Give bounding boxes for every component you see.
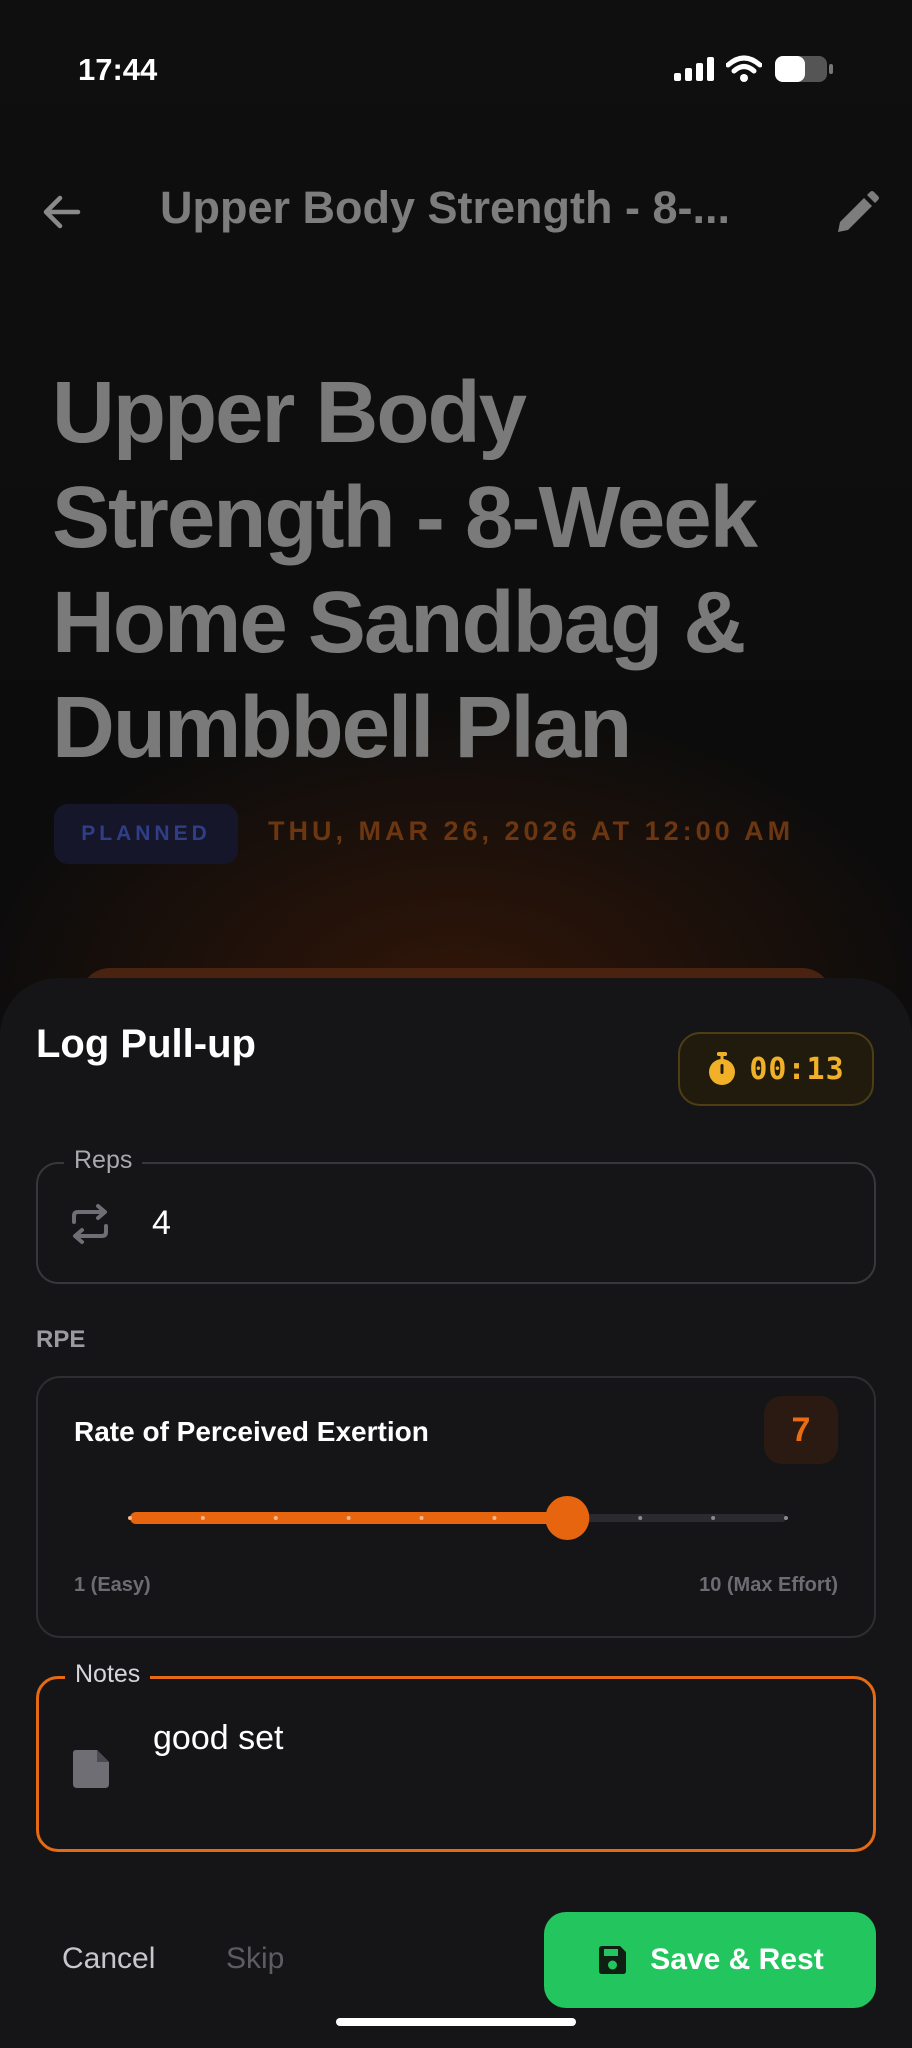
rpe-section-label: RPE (36, 1326, 86, 1353)
slider-tick (273, 1516, 278, 1520)
status-bar: 17:44 (0, 0, 912, 150)
slider-tick (200, 1516, 205, 1520)
rpe-card: Rate of Perceived Exertion 7 1 (Easy) 10… (36, 1376, 876, 1638)
stopwatch-icon (709, 1052, 736, 1085)
reps-label: Reps (64, 1146, 143, 1175)
slider-tick (128, 1516, 132, 1520)
rest-timer: 00:13 (678, 1032, 874, 1106)
slider-tick (419, 1516, 424, 1520)
log-set-bottom-sheet: Log Pull-up 00:13 Reps 4 RPE Rate of Per… (0, 978, 912, 2048)
skip-button[interactable]: Skip (226, 1942, 284, 1976)
reps-value: 4 (152, 1204, 171, 1242)
title-line: Upper Body (52, 364, 527, 461)
slider-thumb (545, 1496, 590, 1540)
status-time: 17:44 (78, 52, 158, 87)
save-and-rest-button[interactable]: Save & Rest (544, 1912, 876, 2008)
status-badge: PLANNED (54, 804, 238, 864)
notes-label: Notes (65, 1660, 151, 1689)
scheduled-date: THU, MAR 26, 2026 AT 12:00 AM (268, 816, 795, 846)
status-icons (674, 55, 834, 83)
slider-tick (346, 1516, 351, 1520)
slider-tick (711, 1516, 716, 1520)
slider-tick (638, 1516, 643, 1520)
timer-value: 00:13 (749, 1051, 845, 1087)
save-button-label: Save & Rest (650, 1943, 824, 1976)
note-icon (73, 1750, 109, 1788)
rpe-max-label: 10 (Max Effort) (699, 1574, 838, 1596)
repeat-icon (72, 1204, 108, 1244)
notes-value: good set (153, 1719, 284, 1757)
slider-tick (784, 1516, 788, 1520)
title-line: Dumbbell Plan (52, 679, 632, 776)
back-arrow-icon[interactable] (38, 188, 86, 236)
workout-title: Upper Body Strength - 8-Week Home Sandba… (52, 360, 852, 780)
cancel-button[interactable]: Cancel (62, 1942, 155, 1976)
top-app-bar: Upper Body Strength - 8-... (0, 160, 912, 270)
home-indicator (336, 2018, 576, 2026)
header-title: Upper Body Strength - 8-... (160, 182, 731, 233)
edit-pencil-icon[interactable] (830, 188, 882, 240)
rpe-min-label: 1 (Easy) (74, 1574, 151, 1596)
sheet-title: Log Pull-up (36, 1022, 256, 1066)
save-icon (599, 1946, 627, 1974)
wifi-icon (726, 55, 762, 82)
slider-tick (492, 1516, 497, 1520)
battery-icon (775, 56, 833, 82)
signal-icon (674, 57, 714, 81)
rpe-slider[interactable] (38, 1378, 874, 1636)
notes-field[interactable]: Notes good set (36, 1660, 876, 1852)
title-line: Home Sandbag & (52, 574, 746, 671)
title-line: Strength - 8-Week (52, 469, 758, 566)
reps-field[interactable]: Reps 4 (36, 1146, 876, 1284)
